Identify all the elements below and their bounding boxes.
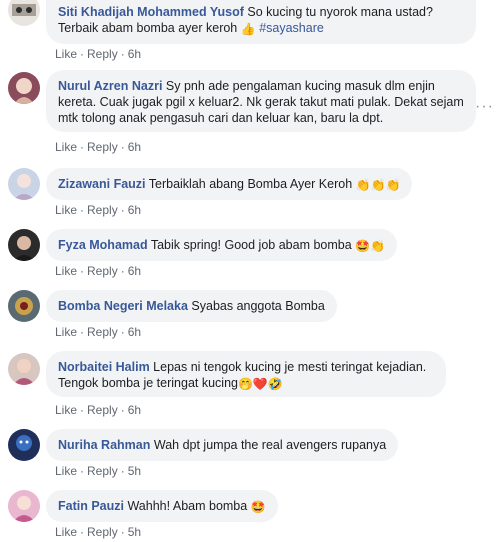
reply-button[interactable]: Reply bbox=[87, 203, 118, 217]
avatar[interactable] bbox=[8, 290, 40, 322]
avatar[interactable] bbox=[8, 490, 40, 522]
avatar[interactable] bbox=[8, 72, 40, 104]
comment-actions: Like · Reply · 6h bbox=[55, 325, 141, 339]
commenter-name[interactable]: Zizawani Fauzi bbox=[58, 177, 146, 191]
separator: · bbox=[120, 464, 125, 478]
avatar-image bbox=[8, 72, 40, 104]
avatar[interactable] bbox=[8, 429, 40, 461]
like-button[interactable]: Like bbox=[55, 403, 77, 417]
like-button[interactable]: Like bbox=[55, 464, 77, 478]
comment-bubble: Nurul Azren Nazri Sy pnh ade pengalaman … bbox=[46, 70, 476, 132]
commenter-name[interactable]: Nurul Azren Nazri bbox=[58, 79, 162, 93]
comment-text: Terbaiklah abang Bomba Ayer Keroh bbox=[148, 177, 353, 191]
avatar[interactable] bbox=[8, 229, 40, 261]
timestamp[interactable]: 5h bbox=[128, 464, 141, 478]
reply-button[interactable]: Reply bbox=[87, 464, 118, 478]
comment-bubble: Bomba Negeri Melaka Syabas anggota Bomba bbox=[46, 290, 337, 322]
commenter-name[interactable]: Fyza Mohamad bbox=[58, 238, 148, 252]
comment-bubble: Fyza Mohamad Tabik spring! Good job abam… bbox=[46, 229, 398, 261]
comment-bubble: Zizawani Fauzi Terbaiklah abang Bomba Ay… bbox=[46, 168, 413, 200]
separator: · bbox=[120, 325, 125, 339]
star-struck-emoji: 🤩 bbox=[250, 500, 266, 514]
clapping-hands-emoji: 👏👏👏 bbox=[355, 178, 401, 192]
comment-actions: Like · Reply · 6h bbox=[55, 403, 141, 417]
separator: · bbox=[80, 47, 85, 61]
avatar-image bbox=[8, 0, 40, 26]
comment-actions: Like · Reply · 5h bbox=[55, 464, 141, 478]
separator: · bbox=[120, 525, 125, 539]
separator: · bbox=[120, 264, 125, 278]
hashtag-link[interactable]: #sayashare bbox=[259, 21, 324, 35]
like-button[interactable]: Like bbox=[55, 325, 77, 339]
comment-actions: Like · Reply · 6h bbox=[55, 140, 141, 154]
avatar[interactable] bbox=[8, 353, 40, 385]
like-button[interactable]: Like bbox=[55, 140, 77, 154]
timestamp[interactable]: 6h bbox=[128, 140, 141, 154]
timestamp[interactable]: 6h bbox=[128, 403, 141, 417]
separator: · bbox=[80, 264, 85, 278]
commenter-name[interactable]: Bomba Negeri Melaka bbox=[58, 299, 188, 313]
separator: · bbox=[80, 203, 85, 217]
comment-actions: Like · Reply · 6h bbox=[55, 203, 141, 217]
timestamp[interactable]: 6h bbox=[128, 325, 141, 339]
reply-button[interactable]: Reply bbox=[87, 264, 118, 278]
separator: · bbox=[120, 47, 125, 61]
commenter-name[interactable]: Fatin Pauzi bbox=[58, 499, 124, 513]
avatar-image bbox=[8, 168, 40, 200]
commenter-name[interactable]: Siti Khadijah Mohammed Yusof bbox=[58, 5, 244, 19]
like-button[interactable]: Like bbox=[55, 525, 77, 539]
comment-text: Tabik spring! Good job abam bomba bbox=[150, 238, 352, 252]
avatar[interactable] bbox=[8, 168, 40, 200]
timestamp[interactable]: 6h bbox=[128, 264, 141, 278]
separator: · bbox=[80, 403, 85, 417]
comment-actions: Like · Reply · 6h bbox=[55, 47, 141, 61]
separator: · bbox=[120, 403, 125, 417]
comment-bubble: Nuriha Rahman Wah dpt jumpa the real ave… bbox=[46, 429, 399, 461]
commenter-name[interactable]: Nuriha Rahman bbox=[58, 438, 150, 452]
avatar-image bbox=[8, 429, 40, 461]
reply-button[interactable]: Reply bbox=[87, 525, 118, 539]
comment-bubble: Siti Khadijah Mohammed Yusof So kucing t… bbox=[46, 0, 476, 44]
separator: · bbox=[80, 325, 85, 339]
separator: · bbox=[120, 140, 125, 154]
commenter-name[interactable]: Norbaitei Halim bbox=[58, 360, 150, 374]
comment-actions: Like · Reply · 6h bbox=[55, 264, 141, 278]
thumbs-up-emoji: 👍 bbox=[240, 22, 256, 36]
reply-button[interactable]: Reply bbox=[87, 403, 118, 417]
separator: · bbox=[80, 525, 85, 539]
like-button[interactable]: Like bbox=[55, 203, 77, 217]
comment-text: Wah dpt jumpa the real avengers rupanya bbox=[153, 438, 387, 452]
like-button[interactable]: Like bbox=[55, 47, 77, 61]
timestamp[interactable]: 6h bbox=[128, 47, 141, 61]
separator: · bbox=[80, 464, 85, 478]
avatar-image bbox=[8, 490, 40, 522]
ellipsis-horizontal-icon[interactable]: ··· bbox=[475, 98, 494, 116]
avatar-image bbox=[8, 229, 40, 261]
comment-text: Syabas anggota Bomba bbox=[191, 299, 325, 313]
avatar[interactable] bbox=[8, 0, 40, 26]
separator: · bbox=[120, 203, 125, 217]
reply-button[interactable]: Reply bbox=[87, 325, 118, 339]
avatar-image bbox=[8, 353, 40, 385]
hand-over-mouth-heart-rofl-emoji: 🤭❤️🤣 bbox=[237, 377, 283, 391]
comment-actions: Like · Reply · 5h bbox=[55, 525, 141, 539]
timestamp[interactable]: 5h bbox=[128, 525, 141, 539]
timestamp[interactable]: 6h bbox=[128, 203, 141, 217]
reply-button[interactable]: Reply bbox=[87, 47, 118, 61]
comment-text: Wahhh! Abam bomba bbox=[127, 499, 248, 513]
avatar-image bbox=[8, 290, 40, 322]
reply-button[interactable]: Reply bbox=[87, 140, 118, 154]
like-button[interactable]: Like bbox=[55, 264, 77, 278]
comment-bubble: Fatin Pauzi Wahhh! Abam bomba 🤩 bbox=[46, 490, 278, 522]
comment-bubble: Norbaitei Halim Lepas ni tengok kucing j… bbox=[46, 351, 446, 397]
separator: · bbox=[80, 140, 85, 154]
star-struck-emoji: 🤩👏 bbox=[355, 239, 386, 253]
